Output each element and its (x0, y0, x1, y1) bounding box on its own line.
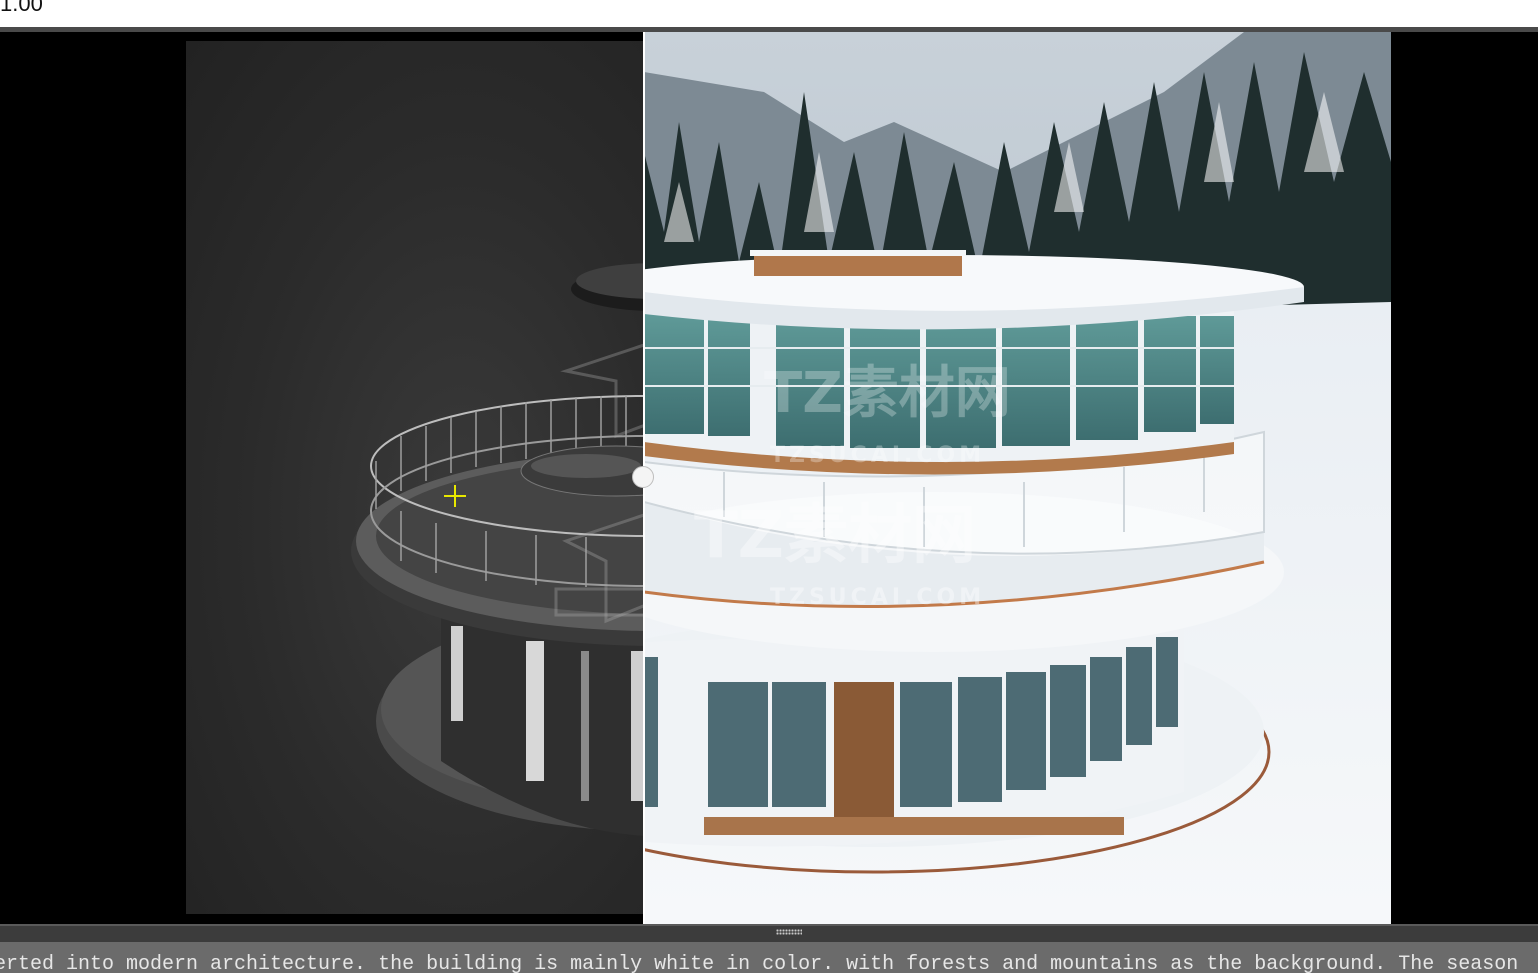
zoom-readout: 1.00 (0, 0, 43, 16)
crosshair-cursor-icon (444, 485, 466, 507)
resize-grip-icon[interactable] (776, 929, 802, 935)
photo-render-panel: TZ素材网 TZSUCAI.COM TZ素材网 TZSUCAI.COM (644, 32, 1391, 924)
model-render-panel (186, 41, 644, 914)
svg-text:TZ素材网: TZ素材网 (764, 361, 1011, 426)
svg-text:TZSUCAI.COM: TZSUCAI.COM (770, 585, 985, 610)
comparison-slider-handle[interactable] (632, 466, 654, 488)
svg-text:TZ素材网: TZ素材网 (694, 499, 976, 573)
panel-splitter[interactable] (0, 924, 1538, 942)
comparison-viewport[interactable]: TZ素材网 TZSUCAI.COM TZ素材网 TZSUCAI.COM (0, 32, 1538, 924)
top-toolbar: 1.00 (0, 0, 1538, 27)
prompt-text: erted into modern architecture. the buil… (0, 953, 1519, 973)
prompt-text-panel[interactable]: erted into modern architecture. the buil… (0, 942, 1538, 973)
model-render-graphic (351, 263, 644, 836)
photo-render-graphic: TZ素材网 TZSUCAI.COM TZ素材网 TZSUCAI.COM (644, 32, 1391, 924)
svg-text:TZSUCAI.COM: TZSUCAI.COM (770, 443, 985, 468)
